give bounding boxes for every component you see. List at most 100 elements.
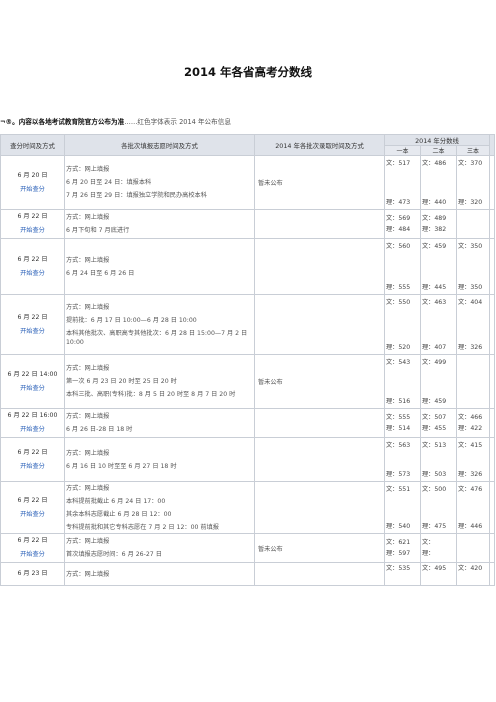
start-query-link[interactable]: 开始查分 [2,325,63,339]
score-arts: 文：535 [386,565,411,572]
score-tier-3-cell: 文：466 理：422 [455,408,491,438]
score-arts: 文：543 [386,358,411,366]
extra-cell [489,408,496,438]
fill-time-line: 6 月 16 日 10 时至至 6 月 27 日 18 时 [66,462,177,470]
extra-cell [489,238,496,295]
query-time-cell: 6 月 22 日开始查分 [0,481,65,534]
query-time-cell: 6 月 22 日 14:00 开始查分 [0,354,65,409]
score-science: 理：473 [386,198,411,206]
score-science: 理：445 [422,283,447,291]
start-query-link[interactable]: 开始查分 [2,267,63,281]
score-tier-3-cell: 文：415 理：326 [455,437,491,482]
start-query-link[interactable]: 开始查分 [2,224,63,238]
score-arts: 文：370 [458,159,483,167]
admit-time-cell [254,481,385,534]
score-arts: 文：466 [458,414,483,421]
query-time: 6 月 22 日 [17,448,48,456]
fill-time-line: 7 月 26 日至 29 日：填报独立学院和民办高校本科 [66,192,207,199]
fill-time-line: 方式：网上填报 [66,365,110,372]
score-arts: 文：495 [422,565,447,572]
fill-time-cell: 方式：网上填报 6 月下旬和 7 月底进行 [64,209,255,239]
extra-cell [489,481,496,534]
score-table: 查分时间及方式 各批次填报志愿时间及方式 2014 年各批次录取时间及方式 20… [0,134,496,586]
start-query-link[interactable]: 开始查分 [2,183,63,197]
fill-time-line: 方式：网上填报 [66,538,110,545]
score-arts: 文：551 [386,485,411,493]
fill-time-cell: 方式：网上填报本科提前批截止 6 月 24 日 17：00 其余本科志愿截止 6 … [64,481,255,534]
admit-time-cell [254,209,385,239]
admit-time-cell: 暂未公布 [254,533,385,563]
query-time-cell: 6 月 22 日开始查分 [0,209,65,239]
query-time-cell: 6 月 23 日 [0,562,65,586]
fill-time-line: 首次填报志愿时间：6 月 26-27 日 [66,551,162,558]
extra-cell [489,354,496,409]
admit-time-cell: 暂未公布 [254,354,385,409]
extra-cell [489,562,496,586]
fill-time-cell: 方式：网上填报 6 月 26 日-28 日 18 时 [64,408,255,438]
fill-time-line: 方式：网上填报 [66,413,110,420]
query-time: 6 月 22 日 [17,213,48,220]
extra-cell [489,209,496,239]
score-arts: 文：550 [386,298,411,306]
query-time-cell: 6 月 22 日 16:00 开始查分 [0,408,65,438]
score-tier-1-cell: 文：555 理：514 [384,408,421,438]
score-science: 理：422 [458,425,483,432]
header-tier-2: 二本 [420,145,457,156]
score-science: 理：540 [386,522,411,530]
score-arts: 文：500 [422,485,447,493]
score-science: 理：555 [386,283,411,291]
score-tier-2-cell: 文： 理： [420,533,457,563]
score-arts: 文：507 [422,414,447,421]
score-science [386,574,419,585]
fill-time-line: 方式：网上填报 [66,166,110,173]
score-arts: 文：415 [458,441,483,449]
score-arts: 文：404 [458,298,483,306]
start-query-link[interactable]: 开始查分 [2,508,63,522]
score-arts: 文：621 [386,539,411,546]
score-science: 理： [422,550,435,557]
fill-time-line: 6 月下旬和 7 月底进行 [66,227,130,234]
start-query-link[interactable]: 开始查分 [2,460,63,474]
admit-time-cell [254,437,385,482]
admit-time-cell [254,238,385,295]
score-tier-3-cell: 文：350 理：350 [455,238,491,295]
table-row: 6 月 22 日开始查分 方式：网上填报 提前批：6 月 17 日 10:00—6 … [0,294,496,355]
score-science: 理：520 [386,343,411,351]
score-tier-1-cell: 文：569 理：484 [384,209,421,239]
score-tier-3-cell [455,533,491,563]
score-arts: 文：560 [386,242,411,250]
extra-cell [489,155,496,210]
score-tier-1-cell: 文：517 理：473 [384,155,421,210]
score-science: 理：503 [422,470,447,478]
score-science: 理：516 [386,397,411,405]
score-tier-2-cell: 文：513 理：503 [420,437,457,482]
score-science: 理：326 [458,470,483,478]
start-query-link[interactable]: 开始查分 [2,548,63,562]
query-time-cell: 6 月 22 日开始查分 [0,238,65,295]
header-admit-time: 2014 年各批次录取时间及方式 [254,134,385,156]
start-query-link[interactable]: 开始查分 [2,423,63,437]
fill-time-line: 方式：网上填报 [66,303,110,311]
table-row: 6 月 22 日 16:00 开始查分 方式：网上填报 6 月 26 日-28 日 1… [0,408,496,438]
fill-time-line: 其余本科志愿截止 6 月 28 日 12：00 [66,510,172,518]
source-note: ¬®。内容以各地考试教育院官方公布为准……红色字体表示 2014 年公布信息 [0,116,231,126]
fill-time-line: 方式：网上填报 [66,449,110,457]
score-science: 理：382 [422,226,447,233]
fill-time-cell: 方式：网上填报 6 月 20 日至 24 日：填报本科 7 月 26 日至 29 日… [64,155,255,210]
query-time-cell: 6 月 22 日开始查分 [0,294,65,355]
score-tier-2-cell: 文：495 [420,562,457,586]
score-arts [458,537,488,548]
fill-time-line: 本科提前批截止 6 月 24 日 17：00 [66,497,166,505]
fill-time-line: 专科提前批和其它专科志愿在 7 月 2 日 12：00 前填报 [66,523,219,531]
score-tier-1-cell: 文：551 理：540 [384,481,421,534]
header-extra [489,134,496,156]
score-arts: 文： [422,539,435,546]
fill-time-line: 第一次 6 月 23 日 20 时至 25 日 20 时 [66,378,177,385]
score-arts: 文：350 [458,242,483,250]
fill-time-line: 本科三批、高职(专科)批：8 月 5 日 20 时至 8 月 7 日 20 时 [66,391,236,398]
score-tier-2-cell: 文：507 理：455 [420,408,457,438]
fill-time-line: 方式：网上填报 [66,484,110,492]
score-arts: 文：489 [422,215,447,222]
header-tier-3: 三本 [455,145,491,156]
start-query-link[interactable]: 开始查分 [2,382,63,396]
